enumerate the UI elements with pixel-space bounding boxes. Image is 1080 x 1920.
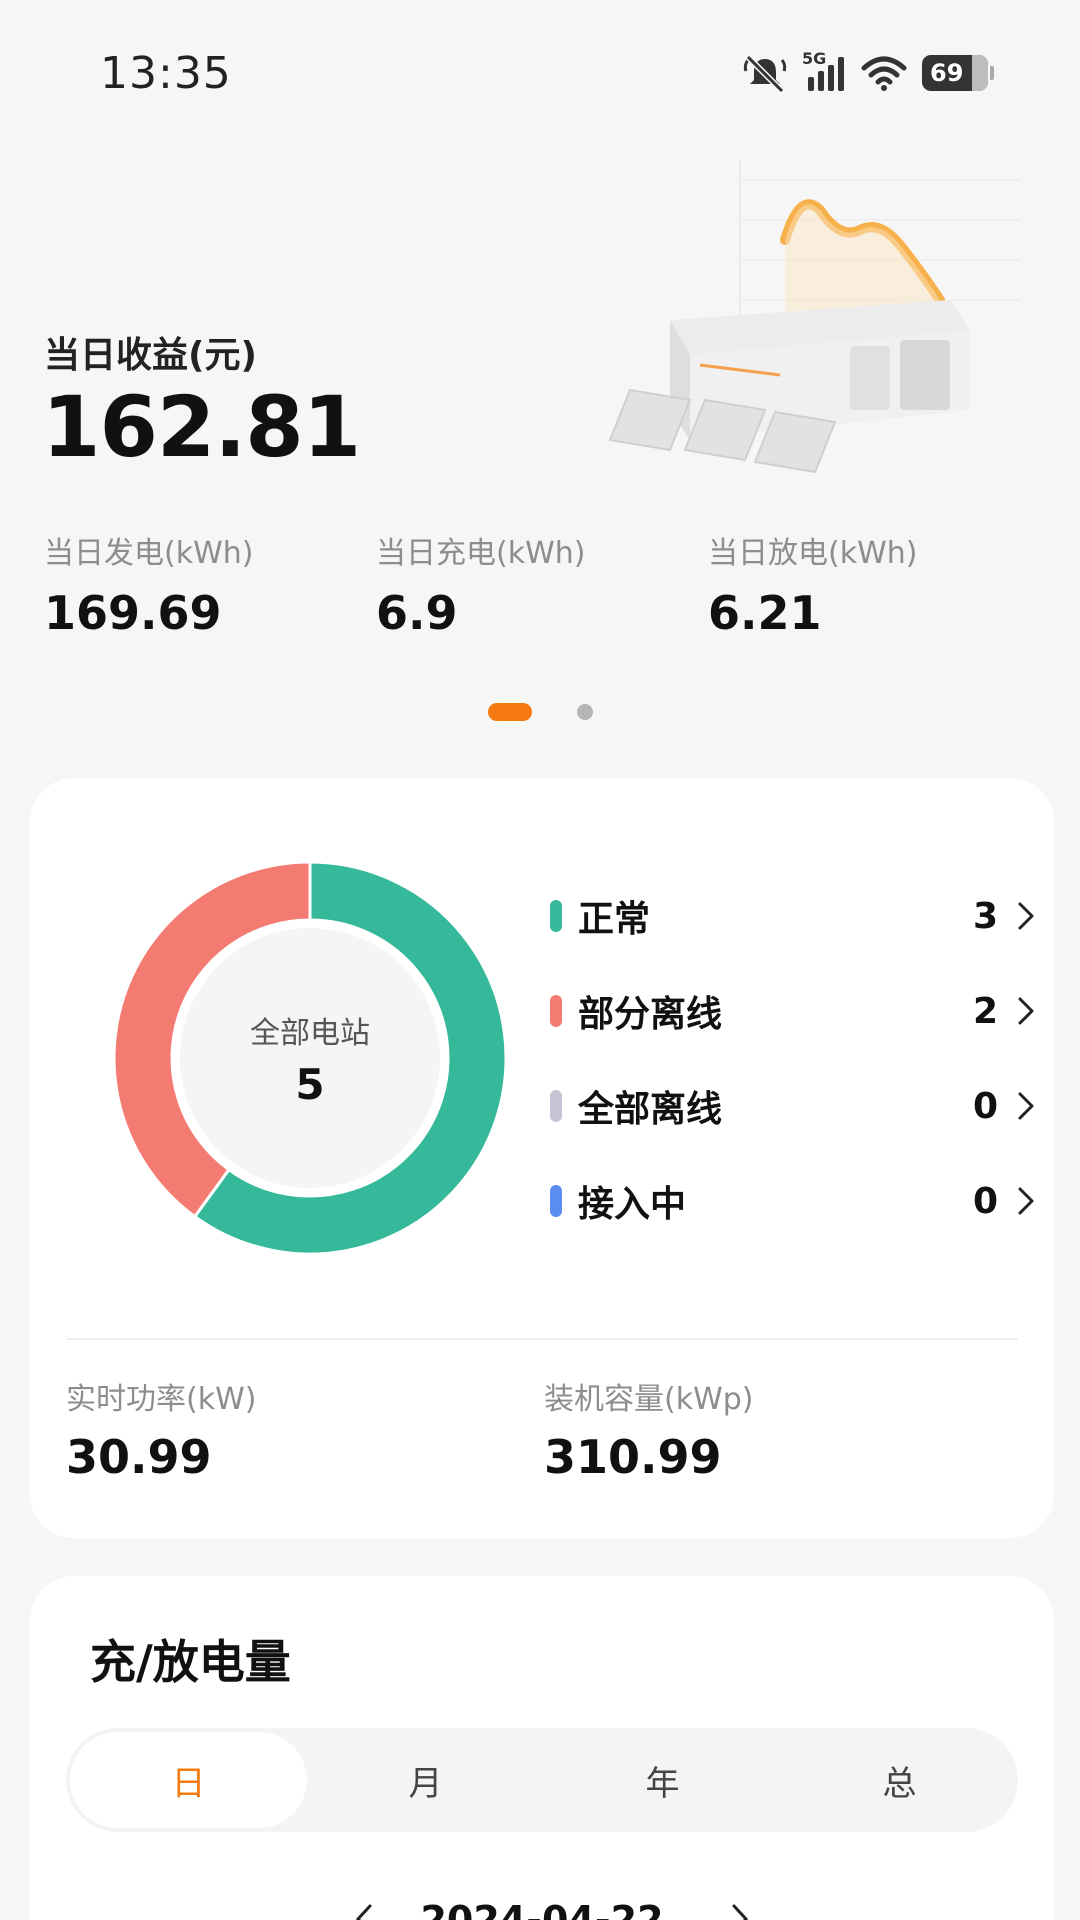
charge-discharge-title: 充/放电量 bbox=[90, 1635, 291, 1689]
legend-color-partial-offline bbox=[550, 995, 562, 1027]
status-icons: 5G 69 bbox=[742, 49, 994, 96]
charge-discharge-card: 充/放电量 日 月 年 总 2024-04-22 bbox=[30, 1576, 1054, 1920]
chevron-right-icon bbox=[1018, 997, 1034, 1025]
all-stations-count: 5 bbox=[295, 1059, 325, 1109]
pager-dot-active[interactable] bbox=[488, 703, 532, 721]
legend-all-offline[interactable]: 全部离线 0 bbox=[550, 1076, 1040, 1136]
daily-generation-label: 当日发电(kWh) bbox=[44, 536, 254, 571]
realtime-power: 实时功率(kW) 30.99 bbox=[66, 1374, 256, 1484]
legend-count: 0 bbox=[972, 1180, 998, 1222]
daily-income-label: 当日收益(元) bbox=[44, 335, 257, 376]
realtime-power-label: 实时功率(kW) bbox=[66, 1382, 257, 1417]
daily-discharge-label: 当日放电(kWh) bbox=[708, 536, 918, 571]
legend-label: 接入中 bbox=[578, 1184, 687, 1225]
tab-day[interactable]: 日 bbox=[70, 1732, 307, 1828]
legend-connecting[interactable]: 接入中 0 bbox=[550, 1171, 1040, 1231]
mute-icon bbox=[743, 54, 787, 93]
daily-charge-value: 6.9 bbox=[376, 586, 458, 640]
station-status-card: 全部电站 5 正常 3 部分离线 2 全部离线 0 接入中 0 实时功率(kW)… bbox=[30, 778, 1054, 1538]
legend-normal[interactable]: 正常 3 bbox=[550, 886, 1040, 946]
installed-capacity-value: 310.99 bbox=[544, 1430, 722, 1484]
legend-color-all-offline bbox=[550, 1090, 562, 1122]
daily-discharge-value: 6.21 bbox=[708, 586, 822, 640]
status-bar: 13:35 5G 69 bbox=[0, 0, 1080, 150]
legend-label: 正常 bbox=[578, 899, 651, 940]
legend-count: 3 bbox=[972, 895, 998, 937]
legend-label: 部分离线 bbox=[578, 994, 723, 1035]
card-divider bbox=[66, 1338, 1018, 1340]
legend-count: 2 bbox=[972, 990, 998, 1032]
wifi-icon bbox=[861, 56, 907, 91]
daily-charge: 当日充电(kWh) 6.9 bbox=[376, 528, 636, 640]
date-next-icon[interactable] bbox=[730, 1902, 750, 1920]
selected-date[interactable]: 2024-04-22 bbox=[30, 1898, 1054, 1920]
pager-dot[interactable] bbox=[577, 704, 593, 720]
all-stations-label: 全部电站 bbox=[250, 1015, 370, 1051]
tab-total[interactable]: 总 bbox=[781, 1728, 1018, 1832]
chevron-right-icon bbox=[1018, 1187, 1034, 1215]
daily-discharge: 当日放电(kWh) 6.21 bbox=[708, 528, 968, 640]
daily-income-value: 162.81 bbox=[42, 378, 361, 476]
station-donut-chart: 全部电站 5 bbox=[110, 858, 510, 1258]
legend-color-normal bbox=[550, 900, 562, 932]
legend-count: 0 bbox=[972, 1085, 998, 1127]
daily-charge-label: 当日充电(kWh) bbox=[376, 536, 586, 571]
daily-generation: 当日发电(kWh) 169.69 bbox=[44, 528, 304, 640]
signal-icon: 5G bbox=[802, 49, 846, 93]
realtime-power-value: 30.99 bbox=[66, 1430, 212, 1484]
energy-storage-illustration bbox=[608, 160, 1020, 474]
legend-color-connecting bbox=[550, 1185, 562, 1217]
chevron-right-icon bbox=[1018, 902, 1034, 930]
donut-center: 全部电站 5 bbox=[110, 858, 510, 1258]
carousel-pager bbox=[0, 703, 1080, 721]
legend-partial-offline[interactable]: 部分离线 2 bbox=[550, 981, 1040, 1041]
period-tabs: 日 月 年 总 bbox=[66, 1728, 1018, 1832]
daily-generation-value: 169.69 bbox=[44, 586, 222, 640]
installed-capacity: 装机容量(kWp) 310.99 bbox=[544, 1374, 754, 1484]
chevron-right-icon bbox=[1018, 1092, 1034, 1120]
tab-month[interactable]: 月 bbox=[307, 1728, 544, 1832]
status-time: 13:35 bbox=[100, 48, 232, 99]
battery-icon: 69 bbox=[922, 55, 994, 91]
tab-year[interactable]: 年 bbox=[544, 1728, 781, 1832]
installed-capacity-label: 装机容量(kWp) bbox=[544, 1382, 754, 1417]
battery-level: 69 bbox=[930, 59, 964, 87]
legend-label: 全部离线 bbox=[578, 1089, 723, 1130]
